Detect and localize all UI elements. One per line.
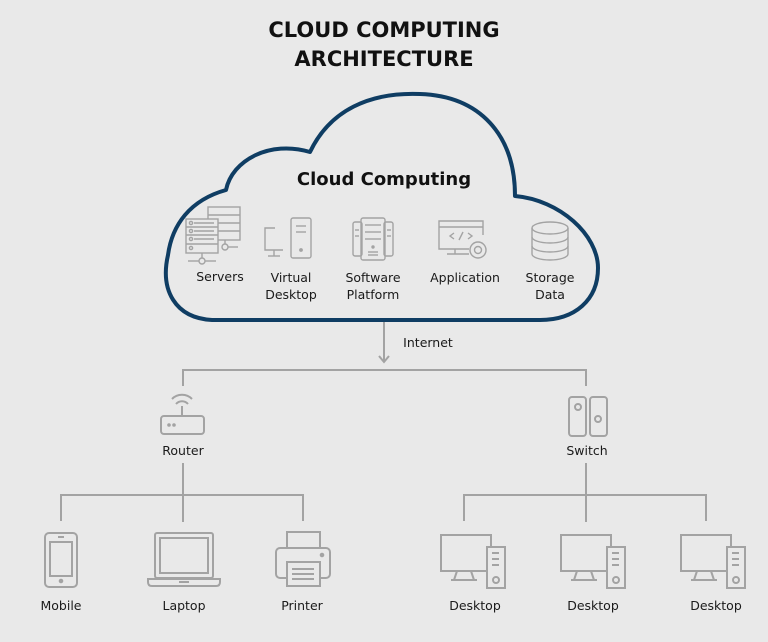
servers-icon <box>185 206 241 265</box>
desktop-icon <box>680 534 746 589</box>
switch-icon <box>568 396 608 437</box>
router-icon <box>160 393 205 435</box>
diagram-canvas <box>44 91 746 589</box>
cloud-title: Cloud Computing <box>296 169 472 190</box>
service-label-application: Application <box>430 270 500 285</box>
device-label-desktop-3: Desktop <box>690 598 742 613</box>
virtual-desktop-icon <box>264 217 312 259</box>
device-label-desktop-2: Desktop <box>567 598 619 613</box>
device-label-mobile: Mobile <box>40 598 82 613</box>
top-bus <box>182 369 587 386</box>
device-label-laptop: Laptop <box>162 598 206 613</box>
desktop-icon <box>560 534 626 589</box>
service-label-storage-data: Storage Data <box>525 270 575 302</box>
connectors <box>60 322 707 522</box>
desktop-icon <box>440 534 506 589</box>
storage-data-icon <box>531 221 569 261</box>
device-label-desktop-1: Desktop <box>449 598 501 613</box>
software-platform-icon <box>352 217 394 261</box>
router-label: Router <box>162 443 204 458</box>
device-label-printer: Printer <box>281 598 323 613</box>
service-label-virtual-desktop: Virtual Desktop <box>265 270 317 302</box>
printer-icon <box>275 531 331 587</box>
switch-label: Switch <box>566 443 608 458</box>
application-icon <box>438 220 487 259</box>
internet-label: Internet <box>403 335 453 350</box>
mobile-icon <box>44 532 78 588</box>
service-label-software-platform: Software Platform <box>345 270 401 302</box>
service-label-servers: Servers <box>196 269 244 284</box>
laptop-icon <box>147 532 221 587</box>
